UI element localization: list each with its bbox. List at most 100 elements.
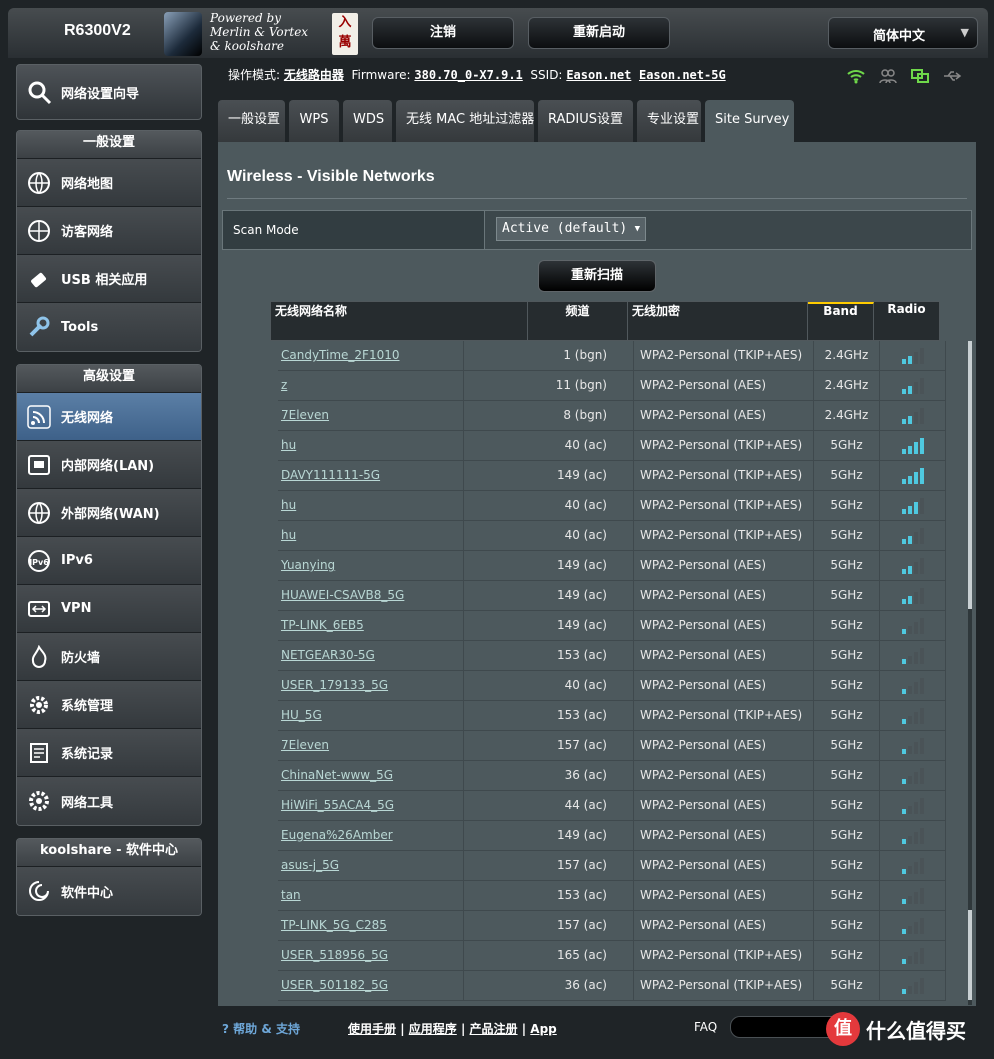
band-cell: 5GHz xyxy=(814,611,880,640)
reboot-button[interactable]: 重新启动 xyxy=(528,17,670,49)
software-center-icon xyxy=(25,877,53,905)
wifi-status-icon[interactable] xyxy=(844,66,868,86)
quick-setup-button[interactable]: 网络设置向导 xyxy=(16,64,202,120)
general-menu-header: 一般设置 xyxy=(17,131,201,159)
signal-strength-icon xyxy=(880,941,946,970)
ssid-link[interactable]: Eugena%26Amber xyxy=(278,821,464,850)
sidebar-item-guest-network[interactable]: 访客网络 xyxy=(17,207,201,255)
header-channel[interactable]: 频道 xyxy=(528,302,628,340)
sidebar-item-admin[interactable]: 系统管理 xyxy=(17,681,201,729)
sidebar-item-network-tools[interactable]: 网络工具 xyxy=(17,777,201,825)
app-link[interactable]: App xyxy=(530,1022,556,1036)
scrollbar-thumb[interactable] xyxy=(968,341,972,609)
sidebar-item-usb[interactable]: USB 相关应用 xyxy=(17,255,201,303)
ssid-link[interactable]: HUAWEI-CSAVB8_5G xyxy=(278,581,464,610)
ssid-link[interactable]: USER_179133_5G xyxy=(278,671,464,700)
wan-status-icon[interactable] xyxy=(908,66,932,86)
help-support[interactable]: ? 帮助 & 支持 xyxy=(222,1020,300,1037)
watermark: 值 什么值得买 xyxy=(826,1012,966,1046)
ssid-link[interactable]: hu xyxy=(278,521,464,550)
firmware-value[interactable]: 380.70_0-X7.9.1 xyxy=(414,68,522,82)
status-icons xyxy=(844,66,964,86)
header-band[interactable]: Band xyxy=(808,302,874,340)
encryption-cell: WPA2-Personal (AES) xyxy=(634,761,814,790)
manual-link[interactable]: 使用手册 xyxy=(348,1022,396,1036)
ssid-5g-value[interactable]: Eason.net-5G xyxy=(639,68,726,82)
ipv6-icon: IPv6 xyxy=(25,547,53,575)
ssid-link[interactable]: NETGEAR30-5G xyxy=(278,641,464,670)
channel-cell: 149 (ac) xyxy=(464,611,634,640)
sidebar-item-firewall[interactable]: 防火墙 xyxy=(17,633,201,681)
tab-radius[interactable]: RADIUS设置 xyxy=(538,100,633,142)
channel-cell: 153 (ac) xyxy=(464,641,634,670)
scrollbar-thumb-lower[interactable] xyxy=(968,910,972,1000)
clients-icon[interactable] xyxy=(876,66,900,86)
encryption-cell: WPA2-Personal (TKIP+AES) xyxy=(634,971,814,1000)
ssid-link[interactable]: asus-j_5G xyxy=(278,851,464,880)
sidebar-item-tools[interactable]: Tools xyxy=(17,303,201,351)
band-cell: 5GHz xyxy=(814,581,880,610)
tab-site-survey[interactable]: Site Survey xyxy=(705,100,794,142)
register-link[interactable]: 产品注册 xyxy=(470,1022,518,1036)
table-row: hu 40 (ac) WPA2-Personal (TKIP+AES) 5GHz xyxy=(278,431,946,461)
sidebar-item-wireless[interactable]: 无线网络 xyxy=(17,393,201,441)
tab-professional[interactable]: 专业设置 xyxy=(637,100,701,142)
ssid-link[interactable]: ChinaNet-www_5G xyxy=(278,761,464,790)
encryption-cell: WPA2-Personal (AES) xyxy=(634,671,814,700)
sidebar-item-wan[interactable]: 外部网络(WAN) xyxy=(17,489,201,537)
header-ssid[interactable]: 无线网络名称 xyxy=(271,302,528,340)
apps-link[interactable]: 应用程序 xyxy=(409,1022,457,1036)
sidebar-item-syslog[interactable]: 系统记录 xyxy=(17,729,201,777)
ssid-link[interactable]: hu xyxy=(278,431,464,460)
ssid-link[interactable]: CandyTime_2F1010 xyxy=(278,341,464,370)
ssid-link[interactable]: 7Eleven xyxy=(278,731,464,760)
band-cell: 5GHz xyxy=(814,671,880,700)
globe-icon xyxy=(25,169,53,197)
ssid-link[interactable]: 7Eleven xyxy=(278,401,464,430)
mode-label: 操作模式: xyxy=(228,68,281,82)
ssid-link[interactable]: HU_5G xyxy=(278,701,464,730)
signal-strength-icon xyxy=(880,701,946,730)
ssid-link[interactable]: USER_518956_5G xyxy=(278,941,464,970)
sidebar-item-vpn[interactable]: VPN xyxy=(17,585,201,633)
language-value: 简体中文 xyxy=(873,29,926,44)
header-encryption[interactable]: 无线加密 xyxy=(628,302,808,340)
table-row: hu 40 (ac) WPA2-Personal (TKIP+AES) 5GHz xyxy=(278,491,946,521)
usb-icon xyxy=(25,265,53,293)
mode-value[interactable]: 无线路由器 xyxy=(284,68,344,82)
tab-mac-filter[interactable]: 无线 MAC 地址过滤器 xyxy=(396,100,534,142)
scan-mode-select[interactable]: Active (default) ▼ xyxy=(496,217,646,241)
sidebar-item-software-center[interactable]: 软件中心 xyxy=(17,867,201,915)
tab-wds[interactable]: WDS xyxy=(343,100,392,142)
table-row: 7Eleven 8 (bgn) WPA2-Personal (AES) 2.4GHz xyxy=(278,401,946,431)
ssid-link[interactable]: HiWiFi_55ACA4_5G xyxy=(278,791,464,820)
ssid-link[interactable]: hu xyxy=(278,491,464,520)
sidebar-item-ipv6[interactable]: IPv6 IPv6 xyxy=(17,537,201,585)
ssid-link[interactable]: z xyxy=(278,371,464,400)
logout-button[interactable]: 注销 xyxy=(372,17,514,49)
sidebar-item-lan[interactable]: 内部网络(LAN) xyxy=(17,441,201,489)
ssid-link[interactable]: USER_501182_5G xyxy=(278,971,464,1000)
tab-wps[interactable]: WPS xyxy=(289,100,339,142)
signal-strength-icon xyxy=(880,581,946,610)
network-table: CandyTime_2F1010 1 (bgn) WPA2-Personal (TK… xyxy=(278,341,946,1005)
ssid-24-value[interactable]: Eason.net xyxy=(566,68,631,82)
ssid-link[interactable]: TP-LINK_6EB5 xyxy=(278,611,464,640)
channel-cell: 1 (bgn) xyxy=(464,341,634,370)
sidebar-item-network-map[interactable]: 网络地图 xyxy=(17,159,201,207)
ssid-link[interactable]: tan xyxy=(278,881,464,910)
usb-status-icon[interactable] xyxy=(940,66,964,86)
signal-strength-icon xyxy=(880,521,946,550)
language-select[interactable]: 简体中文 ▼ xyxy=(828,17,978,49)
table-row: asus-j_5G 157 (ac) WPA2-Personal (AES) 5GHz xyxy=(278,851,946,881)
sidebar-item-label: Tools xyxy=(61,319,99,335)
channel-cell: 157 (ac) xyxy=(464,851,634,880)
ssid-link[interactable]: TP-LINK_5G_C285 xyxy=(278,911,464,940)
ssid-link[interactable]: DAVY111111-5G xyxy=(278,461,464,490)
tab-general[interactable]: 一般设置 xyxy=(218,100,285,142)
header-radio[interactable]: Radio xyxy=(874,302,939,340)
signal-strength-icon xyxy=(880,461,946,490)
rescan-button[interactable]: 重新扫描 xyxy=(538,260,656,292)
ssid-link[interactable]: Yuanying xyxy=(278,551,464,580)
channel-cell: 165 (ac) xyxy=(464,941,634,970)
